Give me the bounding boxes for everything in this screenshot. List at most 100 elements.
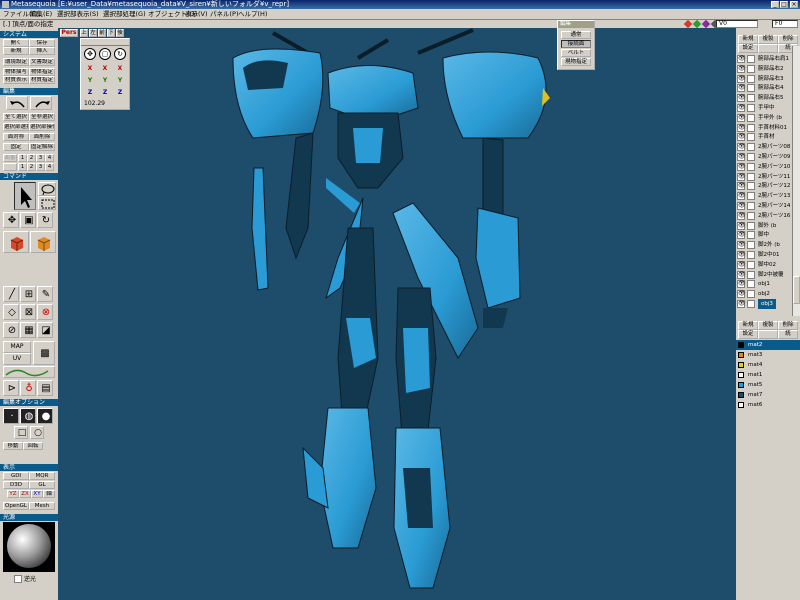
object-list-item[interactable]: 👁 脚外 (b [736, 221, 794, 231]
rect-select-button[interactable] [38, 196, 56, 210]
visibility-eye-icon[interactable]: 👁 [737, 143, 746, 152]
vertex-tool-button[interactable]: ◇ [3, 304, 19, 320]
unfix-button[interactable]: 固定解除 [29, 143, 55, 151]
fix-button[interactable]: 固定 [3, 143, 29, 151]
axis-button[interactable]: 軸 [43, 490, 55, 498]
object-list-item[interactable]: 👁 腕部品右3 [736, 74, 794, 84]
object-blank-button[interactable] [758, 44, 778, 53]
object-list-item[interactable]: 👁 obj2 [736, 289, 794, 299]
num-4-button[interactable]: 4 [45, 154, 54, 162]
visibility-eye-icon[interactable]: 👁 [737, 251, 746, 259]
face-delete-button[interactable]: 面削除 [29, 133, 55, 141]
lock-toggle[interactable] [747, 260, 755, 269]
visibility-eye-icon[interactable]: 👁 [737, 94, 746, 103]
object-list-item[interactable]: 👁 脚2中01 [736, 250, 794, 260]
axis-z-1[interactable]: Z [84, 89, 96, 97]
material-list-item[interactable]: mat4 [736, 360, 800, 370]
axis-z-2[interactable]: Z [99, 89, 111, 97]
map-button[interactable]: MAP [3, 341, 31, 353]
lock-toggle[interactable] [747, 300, 755, 308]
point-option-button[interactable]: · [3, 408, 19, 424]
scrollbar-thumb[interactable] [793, 276, 800, 304]
object-spec-button[interactable]: 物体指定 [29, 68, 55, 76]
delete-tool-button[interactable]: ⊗ [37, 304, 53, 320]
visibility-eye-icon[interactable]: 👁 [737, 290, 746, 299]
new-button[interactable]: 新規 [3, 47, 29, 55]
object-list-item[interactable]: 👁 脚2中被覆 [736, 270, 794, 280]
3d-viewport[interactable] [58, 28, 736, 600]
menu-view[interactable]: 表示(V) [185, 10, 208, 18]
axis-x-1[interactable]: X [84, 65, 96, 73]
object-list-item[interactable]: 👁 脚中 [736, 230, 794, 240]
grid-tool-button[interactable]: ▦ [20, 322, 36, 338]
menu-edit[interactable]: 編集(E) [30, 10, 52, 18]
lock-toggle[interactable] [747, 153, 755, 161]
lock-toggle[interactable] [747, 133, 755, 142]
redo-button[interactable] [30, 96, 52, 110]
visibility-eye-icon[interactable]: 👁 [737, 300, 746, 308]
menu-select-display[interactable]: 選択部表示(S) [57, 10, 99, 18]
visibility-eye-icon[interactable]: 👁 [737, 55, 746, 63]
move-tool-button[interactable]: ✥ [3, 212, 19, 228]
mode-connected-button[interactable]: 接続面 [561, 40, 591, 48]
visibility-eye-icon[interactable]: 👁 [737, 211, 746, 220]
visibility-eye-icon[interactable]: 👁 [737, 153, 746, 161]
material-delete-button[interactable]: 削除 [778, 321, 798, 330]
lock-toggle[interactable] [747, 74, 755, 83]
lock-toggle[interactable] [747, 182, 755, 191]
num2-4-button[interactable]: 4 [45, 163, 54, 171]
num2-1-button[interactable]: 1 [18, 163, 27, 171]
object-list-item[interactable]: 👁 腕部品右5 [736, 93, 794, 103]
rotate-tool-button[interactable]: ↻ [37, 212, 53, 228]
primitive-tool-button[interactable] [30, 231, 56, 253]
lock-toggle[interactable] [747, 64, 755, 73]
lock-toggle[interactable] [747, 113, 755, 122]
axis-x-3[interactable]: X [114, 65, 126, 73]
object-list-item[interactable]: 👁 2腕パーツ12 [736, 181, 794, 191]
object-settings-button[interactable]: 設定 [738, 44, 758, 53]
green-diamond-icon[interactable] [692, 19, 702, 29]
object-list-item[interactable]: 👁 腕部品右肩1 [736, 54, 794, 64]
maximize-button[interactable]: □ [780, 1, 788, 8]
object-list-item[interactable]: 👁 2腕パーツ14 [736, 201, 794, 211]
visibility-eye-icon[interactable]: 👁 [737, 280, 746, 289]
visibility-eye-icon[interactable]: 👁 [737, 231, 746, 240]
axis-y-1[interactable]: Y [84, 77, 96, 85]
num-1-button[interactable]: 1 [18, 154, 27, 162]
edge-tool-button[interactable]: ⊠ [20, 304, 36, 320]
visibility-eye-icon[interactable]: 👁 [737, 74, 746, 83]
lock-toggle[interactable] [747, 202, 755, 210]
lock-toggle[interactable] [747, 251, 755, 259]
mirror-tool-button[interactable]: ⊳ [3, 380, 19, 396]
lock-toggle[interactable] [747, 290, 755, 299]
object-list-item[interactable]: 👁 手首材料01 [736, 123, 794, 133]
lock-toggle[interactable] [747, 84, 755, 93]
select-part-button[interactable]: 選択部選択 [3, 123, 29, 131]
num2-2-button[interactable]: 2 [27, 163, 36, 171]
material-merge-button[interactable]: 統 [778, 330, 798, 339]
lock-toggle[interactable] [747, 143, 755, 152]
material-list-item[interactable]: mat6 [736, 400, 800, 410]
material-blank-button[interactable] [758, 330, 778, 339]
magnet-tool-button[interactable]: ♁ [20, 380, 36, 396]
frame-option-button[interactable]: □ [14, 426, 28, 439]
gl-button[interactable]: GL [29, 481, 55, 489]
object-list-item[interactable]: 👁 2腕パーツ10 [736, 162, 794, 172]
num-3-button[interactable]: 3 [36, 154, 45, 162]
visibility-eye-icon[interactable]: 👁 [737, 162, 746, 171]
lock-toggle[interactable] [747, 162, 755, 171]
doc-settings-button[interactable]: 文書設定 [29, 58, 55, 66]
light-option-button[interactable]: ● [37, 408, 53, 424]
object-draw-button[interactable]: 物体描写 [3, 68, 29, 76]
object-duplicate-button[interactable]: 複製 [758, 35, 778, 44]
lock-toggle[interactable] [747, 221, 755, 230]
curve-tool-button[interactable] [3, 366, 55, 378]
object-list-item[interactable]: 👁 脚2外 (b [736, 240, 794, 250]
axis-y-2[interactable]: Y [99, 77, 111, 85]
object-list-item[interactable]: 👁 2腕パーツ08 [736, 142, 794, 152]
deselect-all-button[interactable]: 全非選択 [29, 113, 55, 121]
object-list-item[interactable]: 👁 腕部品右4 [736, 83, 794, 93]
purple-diamond-icon[interactable] [701, 19, 711, 29]
red-diamond-icon[interactable] [683, 19, 693, 29]
material-list-item[interactable]: mat5 [736, 380, 800, 390]
